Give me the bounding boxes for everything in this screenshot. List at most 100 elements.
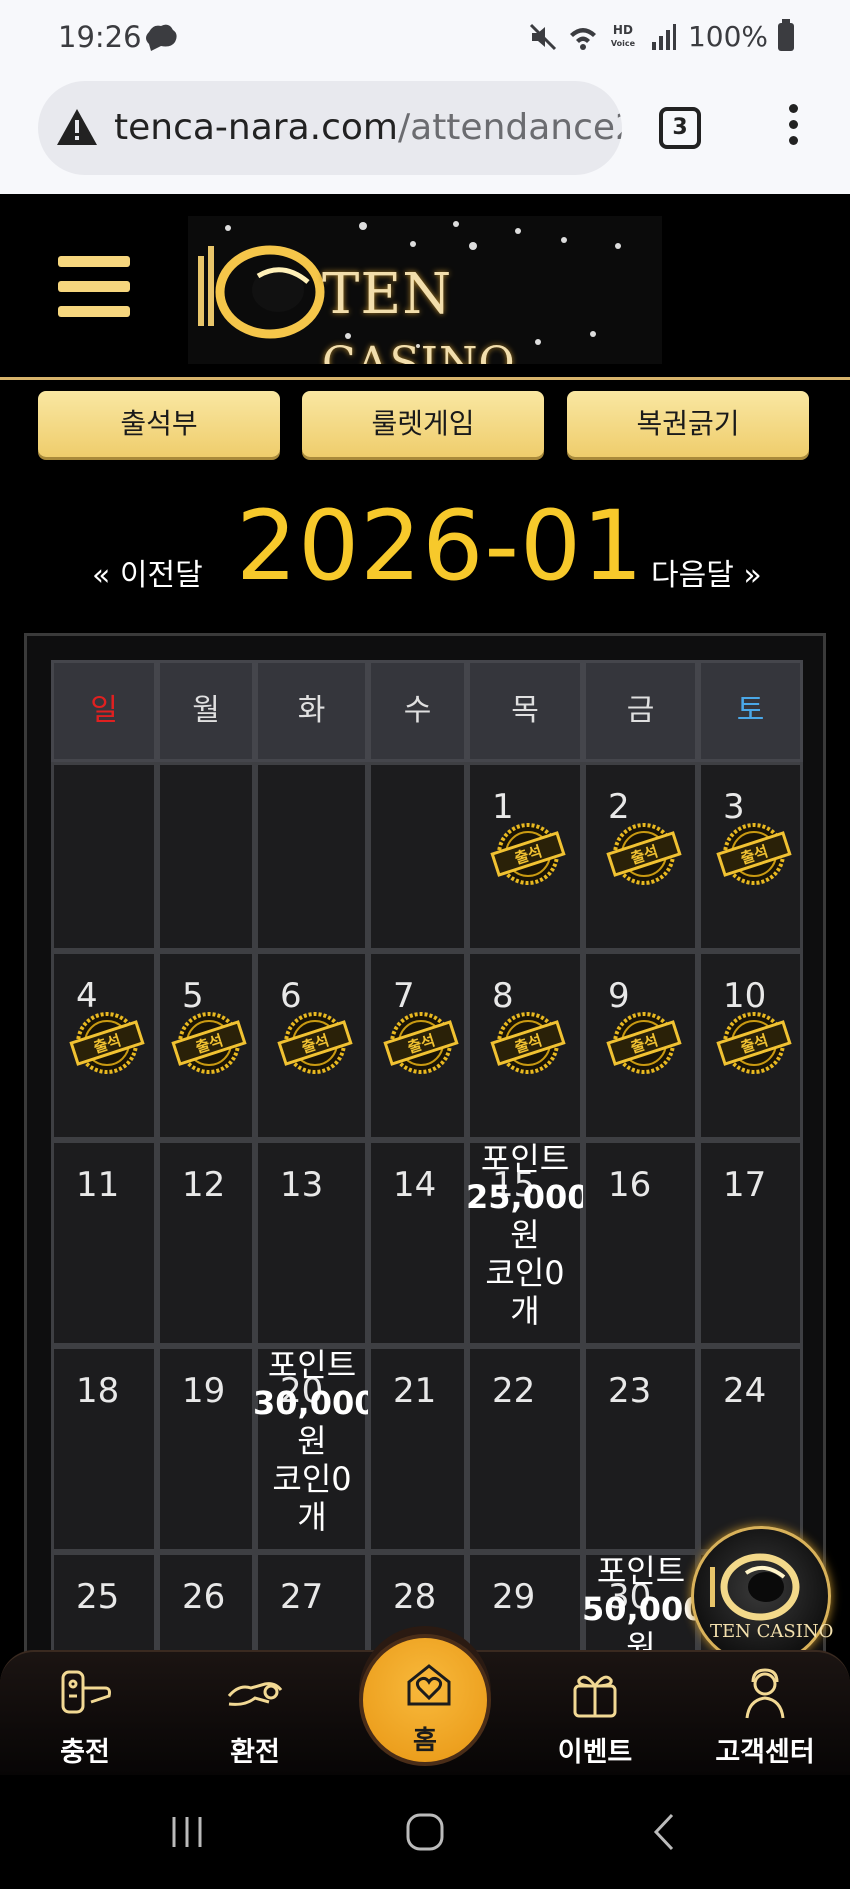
calendar-day-cell[interactable]: 24 bbox=[698, 1346, 803, 1552]
site-header: TEN CASINO bbox=[0, 194, 850, 380]
day-number: 22 bbox=[492, 1371, 536, 1411]
nav-support[interactable]: 고객센터 bbox=[690, 1652, 840, 1777]
floating-logo-emblem bbox=[710, 1553, 800, 1621]
prev-month-link[interactable]: « 이전달 bbox=[92, 550, 203, 594]
browser-menu-icon[interactable] bbox=[783, 104, 803, 152]
logo-text-main: TEN bbox=[322, 262, 453, 327]
wifi-icon bbox=[569, 27, 596, 50]
attendance-stamp-icon: 출석 bbox=[490, 1012, 566, 1074]
month-title: 2026-01 bbox=[236, 490, 645, 602]
logo-text-second: CASINO bbox=[322, 338, 516, 364]
day-number: 28 bbox=[393, 1577, 437, 1617]
hd-label: HD bbox=[612, 22, 633, 37]
reward-line2: 25,000 bbox=[466, 1178, 590, 1216]
next-month-link[interactable]: 다음달 » bbox=[651, 550, 762, 594]
calendar-day-cell[interactable]: 17 bbox=[698, 1140, 803, 1346]
day-number: 29 bbox=[492, 1577, 536, 1617]
calendar-day-cell[interactable]: 1 출석 bbox=[467, 762, 583, 951]
weekday-header: 금 bbox=[583, 660, 698, 762]
status-bar: 19:26 HD Voice 100% bbox=[0, 0, 850, 78]
charge-icon bbox=[61, 1670, 111, 1714]
messenger-notification-icon bbox=[146, 24, 177, 51]
nav-charge-label: 충전 bbox=[60, 1737, 110, 1768]
home-system-icon[interactable] bbox=[404, 1811, 446, 1853]
reward-info: 포인트 25,000 원 코인0 개 bbox=[466, 1140, 590, 1330]
calendar-day-cell[interactable]: 12 bbox=[157, 1140, 255, 1346]
calendar-day-cell[interactable]: 11 bbox=[51, 1140, 157, 1346]
calendar-day-cell[interactable]: 21 bbox=[368, 1346, 467, 1552]
hamburger-menu-icon[interactable] bbox=[58, 256, 130, 318]
floating-casino-logo-button[interactable]: TEN CASINO bbox=[691, 1526, 834, 1666]
tab-switcher-button[interactable]: 3 bbox=[659, 107, 701, 149]
exchange-icon bbox=[227, 1682, 283, 1706]
recent-apps-icon[interactable] bbox=[166, 1811, 208, 1853]
url-host: tenca-nara.com bbox=[114, 107, 398, 148]
reward-line5: 개 bbox=[297, 1498, 327, 1536]
calendar-day-cell[interactable]: 15 포인트 25,000 원 코인0 개 bbox=[466, 1140, 590, 1346]
calendar-day-cell[interactable]: 9 출석 bbox=[583, 951, 698, 1140]
attendance-stamp-icon: 출석 bbox=[277, 1012, 353, 1074]
calendar-day-cell[interactable]: 18 bbox=[51, 1346, 157, 1552]
weekday-header: 목 bbox=[467, 660, 583, 762]
nav-event[interactable]: 이벤트 bbox=[520, 1652, 670, 1777]
day-number: 12 bbox=[182, 1165, 226, 1205]
calendar-day-cell[interactable]: 14 bbox=[368, 1140, 467, 1346]
reward-line4: 코인0 bbox=[485, 1254, 565, 1292]
status-icons: HD Voice 100% bbox=[528, 18, 794, 53]
calendar-day-cell[interactable]: 8 출석 bbox=[467, 951, 583, 1140]
reward-line3: 원 bbox=[510, 1216, 540, 1254]
attendance-stamp-icon: 출석 bbox=[716, 823, 792, 885]
reward-line2: 30,000 bbox=[253, 1384, 377, 1422]
reward-line5: 개 bbox=[510, 1292, 540, 1330]
nav-exchange[interactable]: 환전 bbox=[180, 1652, 330, 1777]
day-number: 25 bbox=[76, 1577, 120, 1617]
calendar-day-cell[interactable] bbox=[157, 762, 255, 951]
attendance-stamp-icon: 출석 bbox=[716, 1012, 792, 1074]
calendar-day-cell[interactable] bbox=[51, 762, 157, 951]
ten-casino-logo[interactable]: TEN CASINO bbox=[188, 216, 662, 364]
attendance-stamp-icon: 출석 bbox=[171, 1012, 247, 1074]
attendance-stamp-icon: 출석 bbox=[383, 1012, 459, 1074]
roulette-game-button[interactable]: 룰렛게임 bbox=[302, 391, 544, 457]
reward-line1: 포인트 bbox=[267, 1346, 357, 1384]
day-number: 18 bbox=[76, 1371, 120, 1411]
nav-home-button[interactable]: 홈 bbox=[359, 1634, 491, 1766]
weekday-header: 토 bbox=[698, 660, 803, 762]
weekday-header: 월 bbox=[157, 660, 255, 762]
nav-charge[interactable]: 충전 bbox=[10, 1652, 160, 1777]
day-number: 24 bbox=[723, 1371, 767, 1411]
calendar-day-cell[interactable]: 19 bbox=[157, 1346, 255, 1552]
day-number: 14 bbox=[393, 1165, 437, 1205]
url-text[interactable]: tenca-nara.com/attendance2 bbox=[114, 107, 622, 148]
calendar-day-cell[interactable]: 20 포인트 30,000 원 코인0 개 bbox=[253, 1346, 377, 1552]
calendar-day-cell[interactable]: 16 bbox=[583, 1140, 698, 1346]
not-secure-warning-icon[interactable] bbox=[56, 107, 98, 147]
scratch-lottery-button[interactable]: 복권긁기 bbox=[567, 391, 809, 457]
calendar-day-cell[interactable]: 5 출석 bbox=[157, 951, 255, 1140]
calendar-day-cell[interactable]: 6 출석 bbox=[255, 951, 368, 1140]
calendar-day-cell[interactable] bbox=[255, 762, 368, 951]
calendar-day-cell[interactable]: 7 출석 bbox=[368, 951, 467, 1140]
day-number: 27 bbox=[280, 1577, 324, 1617]
signal-icon bbox=[651, 23, 676, 50]
calendar-day-cell[interactable]: 4 출석 bbox=[51, 951, 157, 1140]
day-number: 26 bbox=[182, 1577, 226, 1617]
battery-percent: 100% bbox=[687, 20, 768, 53]
calendar-day-cell[interactable]: 2 출석 bbox=[583, 762, 698, 951]
reward-line3: 원 bbox=[297, 1422, 327, 1460]
calendar-day-cell[interactable]: 13 bbox=[255, 1140, 368, 1346]
attendance-button[interactable]: 출석부 bbox=[38, 391, 280, 457]
address-bar[interactable]: tenca-nara.com/attendance2 bbox=[38, 81, 622, 175]
attendance-stamp-icon: 출석 bbox=[606, 1012, 682, 1074]
floating-logo-text: TEN CASINO bbox=[710, 1621, 834, 1642]
back-icon[interactable] bbox=[644, 1811, 686, 1853]
calendar-day-cell[interactable] bbox=[368, 762, 467, 951]
reward-info: 포인트 50,000 원 bbox=[582, 1552, 705, 1666]
calendar-day-cell[interactable]: 23 bbox=[583, 1346, 698, 1552]
browser-toolbar: tenca-nara.com/attendance2 3 bbox=[0, 78, 850, 194]
calendar-day-cell[interactable]: 22 bbox=[467, 1346, 583, 1552]
calendar-day-cell[interactable]: 3 출석 bbox=[698, 762, 803, 951]
calendar-day-cell[interactable]: 10 출석 bbox=[698, 951, 803, 1140]
weekday-header: 수 bbox=[368, 660, 467, 762]
system-navigation-bar bbox=[0, 1775, 850, 1889]
